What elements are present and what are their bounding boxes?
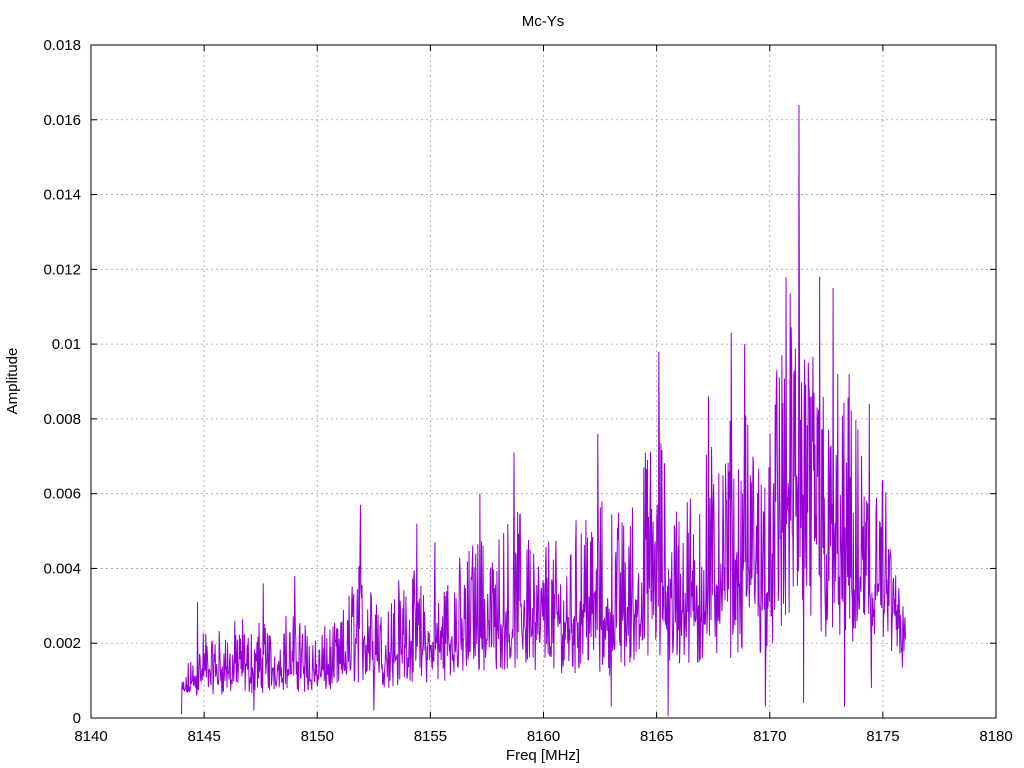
x-tick-label: 8165	[640, 728, 673, 745]
y-tick-label: 0.016	[43, 112, 81, 129]
x-tick-label: 8140	[74, 728, 107, 745]
y-tick-label: 0.004	[43, 560, 81, 577]
x-tick-label: 8150	[301, 728, 334, 745]
chart-background	[0, 0, 1024, 768]
x-tick-label: 8175	[866, 728, 899, 745]
x-tick-label: 8145	[187, 728, 220, 745]
chart: 8140 8145 8150 8155 8160 8165 8170 8175 8180 0 0.0…	[0, 0, 1024, 768]
y-tick-label: 0.01	[52, 336, 81, 353]
x-tick-label: 8160	[527, 728, 560, 745]
y-tick-label: 0.008	[43, 411, 81, 428]
y-tick-label: 0.014	[43, 187, 81, 204]
x-tick-label: 8180	[979, 728, 1012, 745]
y-tick-label: 0.006	[43, 486, 81, 503]
x-tick-label: 8170	[753, 728, 786, 745]
x-axis-title: Freq [MHz]	[506, 747, 580, 764]
y-tick-label: 0.018	[43, 37, 81, 54]
y-axis-title: Amplitude	[4, 348, 21, 415]
y-tick-label: 0.012	[43, 261, 81, 278]
x-tick-label: 8155	[414, 728, 447, 745]
chart-title: Mc-Ys	[522, 13, 565, 30]
y-tick-label: 0.002	[43, 635, 81, 652]
y-tick-label: 0	[73, 710, 81, 727]
